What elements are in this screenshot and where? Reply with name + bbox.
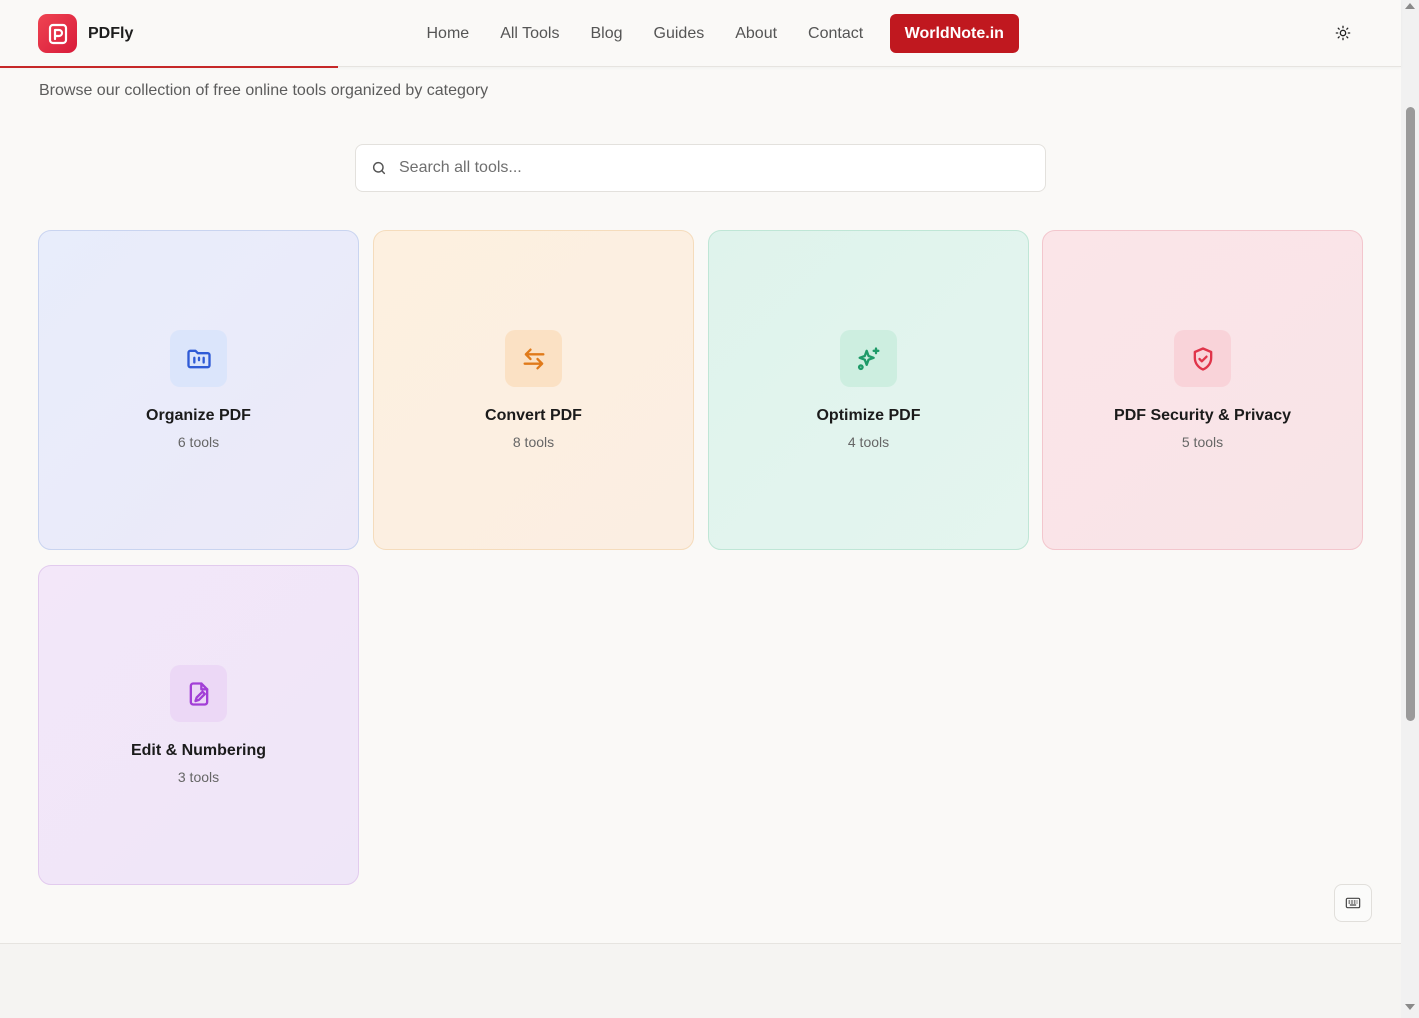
sparkles-icon — [840, 330, 897, 387]
category-title: Organize PDF — [146, 407, 251, 424]
category-title: Optimize PDF — [816, 407, 921, 424]
folder-icon — [170, 330, 227, 387]
nav-all-tools[interactable]: All Tools — [485, 14, 575, 53]
category-count: 3 tools — [177, 769, 220, 785]
category-count: 6 tools — [177, 434, 220, 450]
category-title: Convert PDF — [485, 407, 582, 424]
category-count: 4 tools — [847, 434, 890, 450]
file-edit-icon — [170, 665, 227, 722]
worldnote-button[interactable]: WorldNote.in — [889, 14, 1019, 53]
site-header: PDFly Home All Tools Blog Guides About C… — [0, 0, 1401, 68]
nav-home[interactable]: Home — [411, 14, 485, 53]
logo[interactable]: PDFly — [38, 14, 133, 53]
keyboard-icon — [1345, 897, 1361, 909]
category-card-optimize[interactable]: Optimize PDF 4 tools — [708, 230, 1029, 550]
shield-icon — [1174, 330, 1231, 387]
nav-blog[interactable]: Blog — [575, 14, 638, 53]
theme-toggle-button[interactable] — [1330, 20, 1356, 46]
footer — [0, 944, 1401, 1018]
scrollbar-thumb[interactable] — [1406, 107, 1415, 721]
scroll-down-icon[interactable] — [1405, 1004, 1415, 1010]
logo-text: PDFly — [88, 24, 134, 42]
category-count: 5 tools — [1181, 434, 1224, 450]
page-scrollbar[interactable] — [1401, 0, 1419, 1018]
arrows-swap-icon — [505, 330, 562, 387]
nav-guides[interactable]: Guides — [638, 14, 720, 53]
category-card-edit[interactable]: Edit & Numbering 3 tools — [38, 565, 359, 885]
nav-contact[interactable]: Contact — [793, 14, 879, 53]
keyboard-shortcuts-button[interactable] — [1334, 884, 1372, 922]
scroll-up-icon[interactable] — [1405, 3, 1415, 9]
category-card-convert[interactable]: Convert PDF 8 tools — [373, 230, 694, 550]
category-title: PDF Security & Privacy — [1114, 407, 1291, 424]
search-icon — [371, 160, 387, 176]
search-bar[interactable] — [355, 144, 1046, 192]
category-card-organize[interactable]: Organize PDF 6 tools — [38, 230, 359, 550]
pdf-logo-icon — [38, 14, 77, 53]
category-count: 8 tools — [512, 434, 555, 450]
page-subtitle: Browse our collection of free online too… — [39, 82, 489, 99]
sun-icon — [1335, 25, 1351, 41]
category-card-security[interactable]: PDF Security & Privacy 5 tools — [1042, 230, 1363, 550]
category-title: Edit & Numbering — [130, 742, 267, 759]
nav-about[interactable]: About — [720, 14, 793, 53]
header-accent-line — [0, 66, 338, 68]
main-nav: Home All Tools Blog Guides About Contact… — [411, 14, 1019, 53]
search-input[interactable] — [399, 159, 999, 177]
